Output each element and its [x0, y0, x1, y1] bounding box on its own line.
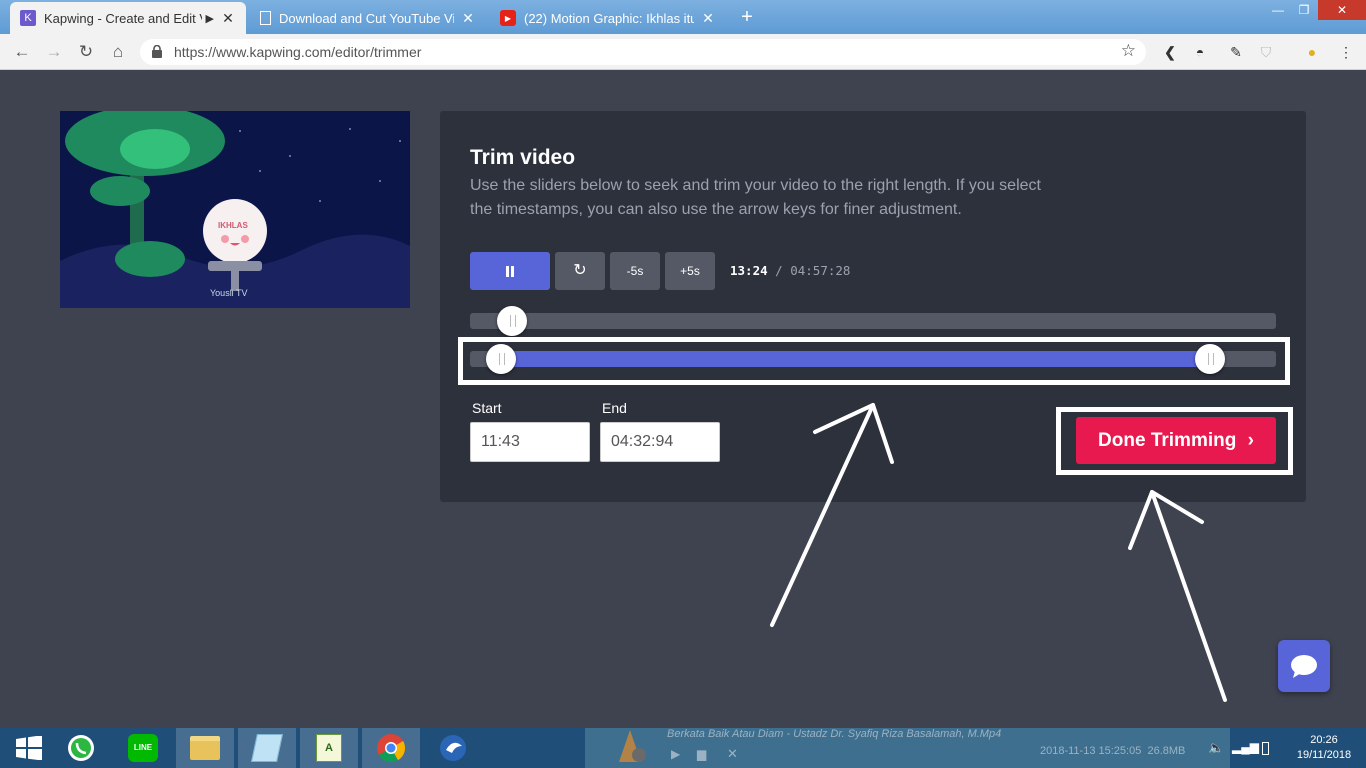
youtube-icon: ▶ [500, 10, 516, 26]
vlc-cone-icon [619, 730, 646, 762]
trim-end-handle[interactable] [1194, 344, 1225, 374]
preview-watermark-text: Yousli TV [210, 288, 248, 298]
restart-button[interactable]: ↻ [555, 252, 605, 290]
start-label: Start [472, 400, 502, 416]
done-trimming-button[interactable]: Done Trimming › [1076, 417, 1276, 464]
back-chevron-extension-icon[interactable]: ❮ [1160, 42, 1180, 62]
shield-extension-icon[interactable]: ⛉ [1256, 42, 1276, 62]
system-clock[interactable]: 20:26 19/11/2018 [1284, 733, 1364, 763]
restart-icon: ↻ [573, 262, 587, 279]
line-icon[interactable]: LINE [114, 728, 172, 768]
notepad-icon[interactable] [238, 728, 296, 768]
reload-icon[interactable]: ↻ [74, 40, 98, 64]
media-play-icon[interactable]: ▶ [671, 747, 680, 761]
pause-icon [506, 266, 514, 278]
media-player-app-icon[interactable] [424, 728, 482, 768]
chrome-icon[interactable] [362, 728, 420, 768]
media-folder-icon[interactable]: ▆ [697, 747, 706, 761]
video-thumbnail-illustration [60, 111, 410, 308]
video-preview[interactable]: IKHLAS Yousli TV [60, 111, 410, 308]
new-tab-icon[interactable]: + [736, 6, 758, 29]
home-icon[interactable]: ⌂ [106, 40, 130, 64]
forward-5s-button[interactable]: +5s [665, 252, 715, 290]
lock-icon [152, 45, 162, 58]
speaker-icon: ▶ [205, 12, 214, 25]
clock-time: 20:26 [1310, 734, 1338, 746]
profile-avatar-icon[interactable]: ● [1302, 42, 1322, 62]
address-bar[interactable]: https://www.kapwing.com/editor/trimmer ☆ [140, 39, 1146, 65]
media-size: 26.8MB [1147, 745, 1186, 757]
media-title: Berkata Baik Atau Diam - Ustadz Dr. Syaf… [667, 728, 1002, 740]
media-close-icon[interactable]: ✕ [727, 746, 738, 762]
tab-close-icon[interactable]: ✕ [220, 10, 236, 27]
pen-extension-icon[interactable]: ✎ [1226, 42, 1246, 62]
preview-badge-text: IKHLAS [218, 221, 248, 230]
forward-icon[interactable]: → [42, 40, 66, 64]
media-thumbnail-preview[interactable]: Berkata Baik Atau Diam - Ustadz Dr. Syaf… [585, 728, 1230, 768]
trim-range-fill [500, 351, 1210, 367]
tab-kapwing[interactable]: K Kapwing - Create and Edit Vi ▶ ✕ [10, 2, 246, 34]
volume-icon[interactable]: 🔈 [1208, 740, 1224, 756]
trim-track[interactable] [470, 344, 1276, 374]
tab-download-cut[interactable]: Download and Cut YouTube Vide ✕ [250, 2, 486, 34]
tab-title: Download and Cut YouTube Vide [279, 10, 454, 26]
browser-tab-strip: K Kapwing - Create and Edit Vi ▶ ✕ Downl… [0, 0, 1366, 34]
clock-date: 19/11/2018 [1296, 749, 1352, 761]
chat-bubble-icon [1291, 655, 1317, 678]
windows-start-icon[interactable] [0, 728, 58, 768]
kapwing-favicon-icon: K [20, 10, 36, 26]
close-window-icon[interactable]: ✕ [1318, 0, 1366, 20]
tab-close-icon[interactable]: ✕ [460, 10, 476, 27]
maximize-icon[interactable]: ❐ [1292, 0, 1316, 20]
time-separator: / [775, 263, 783, 278]
arrow-to-done [1150, 490, 1227, 702]
network-icon[interactable]: ▂▄▆ [1232, 740, 1259, 754]
text-editor-icon[interactable]: A [300, 728, 358, 768]
tab-close-icon[interactable]: ✕ [700, 10, 716, 27]
menu-dots-icon[interactable]: ⋮ [1336, 42, 1356, 62]
end-time-input[interactable] [600, 422, 720, 462]
pause-button[interactable] [470, 252, 550, 290]
chevron-right-icon: › [1247, 430, 1254, 451]
panel-description: Use the sliders below to seek and trim y… [470, 177, 1041, 218]
battery-icon[interactable] [1262, 742, 1269, 755]
windows-taskbar: LINE A Berkata Baik Atau Diam - Ustadz D… [0, 728, 1366, 768]
tab-youtube[interactable]: ▶ (22) Motion Graphic: Ikhlas itu Be ✕ [490, 2, 726, 34]
document-icon [260, 11, 271, 25]
total-time: 04:57:28 [790, 263, 851, 278]
url-text: https://www.kapwing.com/editor/trimmer [174, 44, 422, 60]
tab-title: Kapwing - Create and Edit Vi [44, 10, 202, 26]
rewind-5s-button[interactable]: -5s [610, 252, 660, 290]
chat-widget-button[interactable] [1278, 640, 1330, 692]
minimize-icon[interactable]: — [1266, 0, 1290, 20]
file-explorer-icon[interactable] [176, 728, 234, 768]
bookmark-star-icon[interactable]: ☆ [1121, 41, 1136, 61]
whatsapp-icon[interactable] [52, 728, 110, 768]
back-icon[interactable]: ← [10, 40, 34, 64]
tab-title: (22) Motion Graphic: Ikhlas itu Be [524, 10, 694, 26]
trim-panel: Trim video Use the sliders below to seek… [440, 111, 1306, 502]
trim-start-handle[interactable] [485, 344, 516, 374]
done-trimming-label: Done Trimming [1098, 430, 1237, 451]
seek-handle[interactable] [497, 306, 528, 336]
media-meta: 2018-11-13 15:25:05 26.8MB [1040, 745, 1185, 757]
seek-track[interactable] [470, 306, 1276, 336]
panel-title: Trim video [470, 146, 576, 169]
time-readout: 13:24 / 04:57:28 [730, 263, 850, 278]
start-time-input[interactable] [470, 422, 590, 462]
mask-extension-icon[interactable]: ◓ [1190, 42, 1210, 62]
end-label: End [602, 400, 627, 416]
media-date: 2018-11-13 15:25:05 [1040, 745, 1142, 757]
current-time: 13:24 [730, 263, 768, 278]
